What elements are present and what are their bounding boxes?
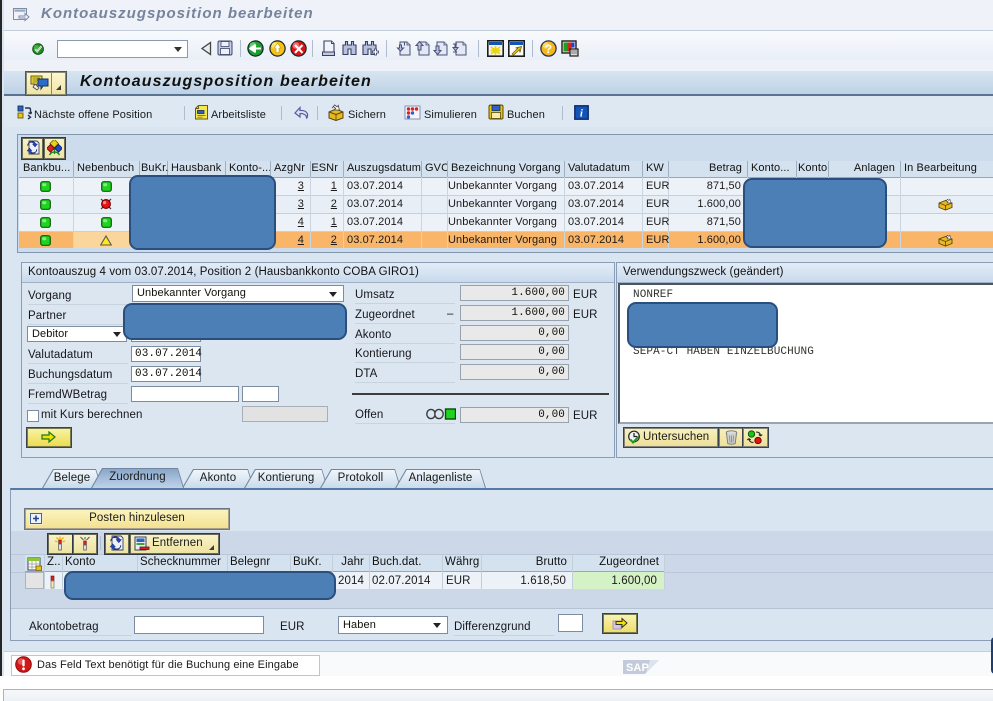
svg-text:SAP: SAP	[626, 662, 649, 674]
svg-text:?: ?	[545, 42, 552, 56]
